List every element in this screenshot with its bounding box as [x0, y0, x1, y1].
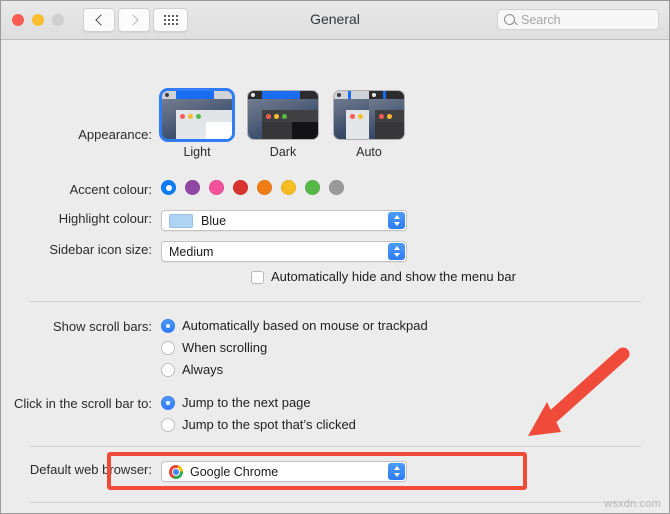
- accent-swatch-pink[interactable]: [209, 180, 224, 195]
- highlight-colour-value: Blue: [201, 213, 227, 228]
- appearance-row: Appearance: Light Dark Auto: [13, 88, 405, 159]
- accent-swatch-orange[interactable]: [257, 180, 272, 195]
- scrollbar-option-automatic-label: Automatically based on mouse or trackpad: [182, 318, 428, 333]
- show-scroll-bars-row: Show scroll bars: Automatically based on…: [13, 318, 428, 378]
- search-icon: [504, 14, 515, 25]
- appearance-label-dark: Dark: [269, 145, 297, 159]
- highlight-colour-popup[interactable]: Blue: [161, 210, 407, 231]
- preferences-content: Appearance: Light Dark Auto Accent colou…: [1, 40, 669, 513]
- click-scroll-bar-options: Jump to the next page Jump to the spot t…: [161, 395, 356, 433]
- appearance-option-auto[interactable]: Auto: [333, 90, 405, 159]
- click-scroll-bar-label: Click in the scroll bar to:: [14, 396, 152, 411]
- scrollbar-radio-always[interactable]: [161, 363, 175, 377]
- accent-swatch-red[interactable]: [233, 180, 248, 195]
- click-option-spot-clicked-label: Jump to the spot that’s clicked: [182, 417, 356, 432]
- click-option-spot-clicked[interactable]: Jump to the spot that’s clicked: [161, 417, 356, 433]
- highlight-colour-chip: [169, 213, 193, 228]
- scrollbar-radio-automatic[interactable]: [161, 319, 175, 333]
- auto-hide-menu-bar-label: Automatically hide and show the menu bar: [271, 269, 516, 284]
- scrollbar-radio-when-scrolling[interactable]: [161, 341, 175, 355]
- scrollbar-option-when-scrolling-label: When scrolling: [182, 340, 268, 355]
- sidebar-icon-size-value: Medium: [169, 244, 214, 259]
- system-preferences-window: General Search Appearance: Light Dark Au…: [0, 0, 670, 514]
- highlight-colour-label: Highlight colour:: [58, 211, 152, 226]
- chevron-updown-icon[interactable]: [388, 463, 405, 480]
- scrollbar-option-always[interactable]: Always: [161, 362, 428, 378]
- search-placeholder: Search: [521, 12, 561, 27]
- click-option-next-page[interactable]: Jump to the next page: [161, 395, 356, 411]
- appearance-label-light: Light: [183, 145, 211, 159]
- appearance-option-dark[interactable]: Dark: [247, 90, 319, 159]
- appearance-thumbnail-auto[interactable]: [333, 90, 405, 140]
- accent-colour-label: Accent colour:: [69, 182, 152, 197]
- accent-colour-swatches: [161, 180, 344, 195]
- scrollbar-option-always-label: Always: [182, 362, 224, 377]
- click-radio-next-page[interactable]: [161, 396, 175, 410]
- click-radio-spot-clicked[interactable]: [161, 418, 175, 432]
- appearance-label-auto: Auto: [356, 145, 382, 159]
- default-web-browser-popup[interactable]: Google Chrome: [161, 461, 407, 482]
- auto-hide-menu-bar-row[interactable]: Automatically hide and show the menu bar: [251, 269, 516, 285]
- default-web-browser-value: Google Chrome: [190, 464, 279, 479]
- show-scroll-bars-options: Automatically based on mouse or trackpad…: [161, 318, 428, 378]
- section-divider-3: [29, 502, 641, 503]
- scrollbar-option-when-scrolling[interactable]: When scrolling: [161, 340, 428, 356]
- highlight-colour-row: Highlight colour: Blue: [13, 210, 407, 231]
- appearance-thumbnail-light[interactable]: [159, 88, 235, 142]
- appearance-label: Appearance:: [78, 127, 152, 142]
- sidebar-icon-size-label: Sidebar icon size:: [49, 242, 152, 257]
- accent-swatch-yellow[interactable]: [281, 180, 296, 195]
- chrome-icon: [169, 464, 183, 479]
- show-scroll-bars-label: Show scroll bars:: [53, 319, 152, 334]
- sidebar-icon-size-row: Sidebar icon size: Medium: [13, 241, 407, 262]
- click-scroll-bar-row: Click in the scroll bar to: Jump to the …: [13, 395, 356, 433]
- window-titlebar: General Search: [1, 1, 669, 40]
- accent-swatch-green[interactable]: [305, 180, 320, 195]
- default-web-browser-label: Default web browser:: [29, 462, 152, 477]
- section-divider-2: [29, 446, 641, 447]
- appearance-thumbnail-dark[interactable]: [247, 90, 319, 140]
- annotation-arrow: [528, 347, 630, 436]
- click-option-next-page-label: Jump to the next page: [182, 395, 311, 410]
- search-field[interactable]: Search: [497, 9, 659, 30]
- chevron-updown-icon[interactable]: [388, 243, 405, 260]
- default-web-browser-row: Default web browser: Google Chrome: [13, 461, 407, 482]
- watermark: wsxdn.com: [604, 498, 661, 510]
- accent-swatch-blue[interactable]: [161, 180, 176, 195]
- scrollbar-option-automatic[interactable]: Automatically based on mouse or trackpad: [161, 318, 428, 334]
- section-divider-1: [29, 301, 641, 302]
- chevron-updown-icon[interactable]: [388, 212, 405, 229]
- sidebar-icon-size-popup[interactable]: Medium: [161, 241, 407, 262]
- accent-swatch-graphite[interactable]: [329, 180, 344, 195]
- appearance-option-light[interactable]: Light: [159, 88, 235, 159]
- auto-hide-menu-bar-checkbox[interactable]: [251, 270, 264, 284]
- appearance-options: Light Dark Auto: [159, 88, 405, 159]
- accent-swatch-purple[interactable]: [185, 180, 200, 195]
- accent-colour-row: Accent colour:: [13, 180, 344, 198]
